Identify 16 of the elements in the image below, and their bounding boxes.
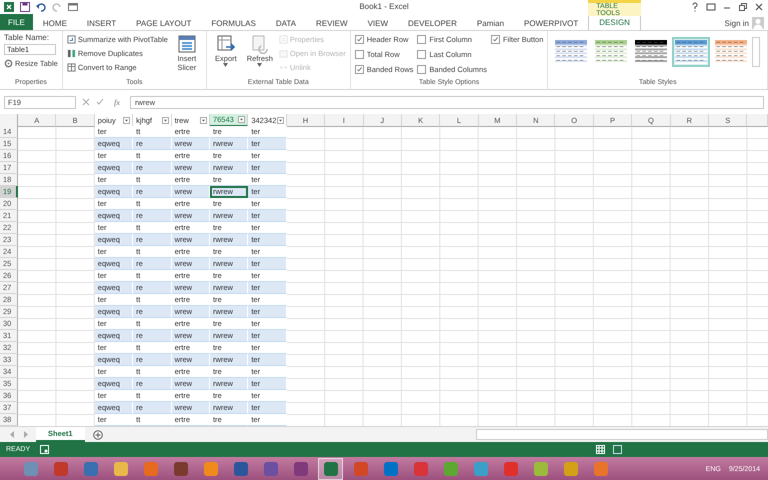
ribbon-tab[interactable]: VIEW — [358, 16, 398, 30]
ribbon-tab[interactable]: REVIEW — [306, 16, 358, 30]
ribbon-tab[interactable]: DESIGN — [588, 14, 641, 30]
ribbon-tab[interactable]: DEVELOPER — [398, 16, 467, 30]
file-tab[interactable]: FILE — [0, 14, 33, 30]
ribbon-tab[interactable]: DATA — [266, 16, 306, 30]
ribbon-tab[interactable]: Pamian — [466, 16, 514, 30]
insert-function-button[interactable]: fx — [110, 98, 124, 106]
table-name-label: Table Name: — [4, 33, 50, 42]
ribbon-tab[interactable]: INSERT — [76, 16, 126, 30]
ribbon-tab[interactable]: POWERPIVOT — [514, 16, 588, 30]
ribbon-tab[interactable]: HOME — [32, 16, 77, 30]
ribbon-tab[interactable]: FORMULAS — [201, 16, 266, 30]
ribbon-tab[interactable]: PAGE LAYOUT — [126, 16, 202, 30]
window-title: Book1 - Excel — [359, 2, 409, 11]
sign-in-link[interactable]: Sign in — [724, 18, 749, 28]
